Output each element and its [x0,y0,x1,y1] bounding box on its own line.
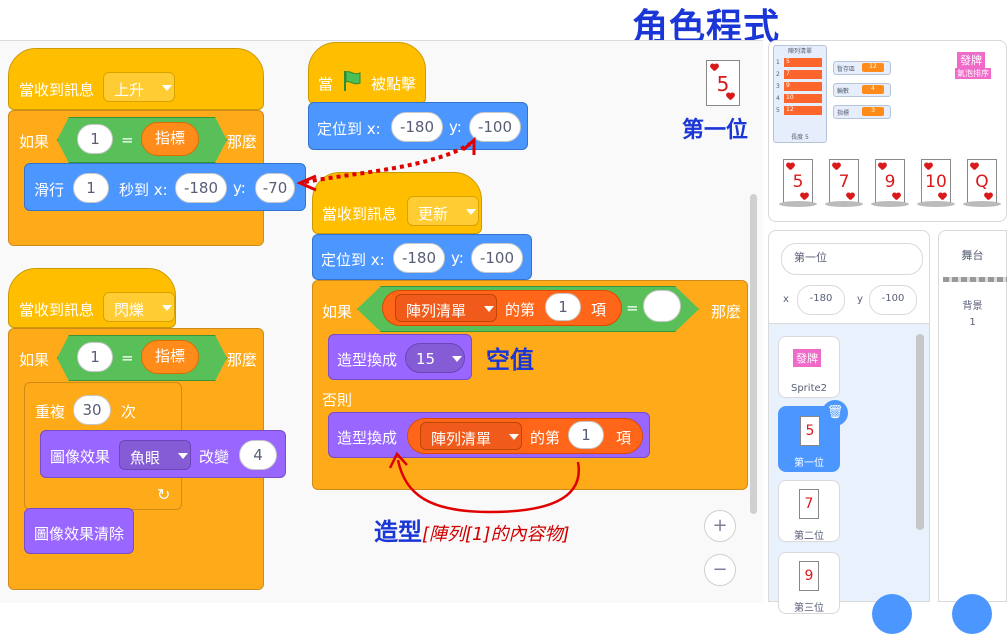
variable-monitor: 暫存區 12 [833,61,891,75]
add-sprite-button[interactable] [872,594,912,634]
card-shadow [963,201,1001,207]
list-monitor-row: 27 [776,70,822,80]
list-monitor-row: 4 10 [776,94,822,104]
costume-note-prefix: 造型 [374,518,422,546]
sprite-tile-name: 第一位 [794,458,824,469]
card-shadow [779,201,817,207]
sprite-info-panel: 第一位 x -180 y -100 [768,230,930,324]
sprite-thumb-number: 9 [804,568,814,584]
backdrop-label: 背景 [962,301,983,312]
zoom-out-button[interactable]: − [704,554,736,586]
costume-note: 造型[陣列[1]的內容物] [374,512,570,547]
sprite-thumb-card: 9 [799,561,819,591]
list-monitor-length: 長度 5 [791,134,809,141]
list-monitor-row: 39 [776,82,822,92]
trash-icon: 🗑 [826,405,844,420]
list-row-value: 7 [784,70,822,79]
deal-button-sprite[interactable]: 發牌 [957,52,985,68]
corner-card-image: 5 [706,60,740,106]
empty-value-note: 空值 [486,346,534,374]
sprite-tile[interactable]: 9 第三位 [778,552,840,614]
variable-monitor-value: 12 [862,63,884,72]
list-row-index: 2 [776,71,780,78]
stage-card-sprite[interactable]: 7 [829,159,859,205]
stage-card-number: 5 [792,172,804,192]
sprite-tile[interactable]: 7 第二位 [778,480,840,542]
sprite-thumb-number: 7 [804,496,814,512]
zoom-in-button[interactable]: + [704,510,736,542]
card-shadow [917,201,955,207]
add-backdrop-button[interactable] [952,594,992,634]
costume-note-detail: [陣列[1]的內容物] [422,524,570,545]
sprite-x-field[interactable]: -180 [797,285,845,315]
stage-card-number: 9 [884,172,896,192]
y-label: y [857,294,863,305]
sprite-thumb-number: 5 [805,423,815,439]
list-row-index: 3 [776,83,780,90]
list-row-index: 5 [776,107,780,114]
sprite-tile-name: Sprite2 [790,383,828,394]
variable-monitor-label: 輪數 [837,88,850,95]
stage-card-sprite[interactable]: 5 [783,159,813,205]
variable-monitor-label: 指標 [837,110,850,117]
list-row-value: 9 [784,82,822,91]
stage-card-sprite[interactable]: 10 [921,159,951,205]
card-shadow [871,201,909,207]
stage-card-number: 7 [838,172,850,192]
sprite-y-field[interactable]: -100 [869,285,917,315]
variable-monitor-label: 暫存區 [837,66,856,73]
variable-monitor-value: 4 [862,85,884,94]
variable-monitor-value: 3 [862,107,884,116]
variable-monitor: 輪數 4 [833,83,891,97]
list-monitor-row: 15 [776,58,822,68]
list-monitor-title: 陣列清單 [787,48,812,55]
first-place-note: 第一位 [682,118,749,143]
sprite-tile[interactable]: 發牌 Sprite2 [778,336,840,398]
list-row-index: 1 [776,59,780,66]
stage-card-number: 10 [925,172,947,192]
sprite-tile-name: 第三位 [794,603,824,614]
stage-selector-title: 舞台 [961,249,984,262]
sprite-thumb-card: 7 [799,489,819,519]
stage-selector-panel[interactable]: 舞台 背景 1 [938,230,1007,602]
stage-card-sprite[interactable]: Q [967,159,997,205]
list-monitor-row: 5 12 [776,106,822,116]
list-row-value: 5 [784,58,822,67]
backdrop-count: 1 [969,317,976,328]
backdrop-thumbnail [943,277,1007,282]
stage-card-number: Q [975,172,989,192]
workspace-scrollbar[interactable] [750,194,757,514]
sprite-thumb-label: 發牌 [793,349,821,367]
list-row-value: 12 [784,106,822,115]
sprite-tile-name: 第二位 [794,531,824,542]
stage-card-sprite[interactable]: 9 [875,159,905,205]
list-row-value: 10 [784,94,822,103]
list-row-index: 4 [776,95,780,102]
variable-monitor: 指標 3 [833,105,891,119]
delete-sprite-button[interactable]: 🗑 [822,400,848,426]
zoom-in-icon: + [712,515,728,536]
x-label: x [783,294,789,305]
sprite-name-field[interactable]: 第一位 [781,243,923,275]
bubble-sort-button-sprite[interactable]: 氣泡排序 [955,68,991,79]
list-monitor: 陣列清單 1 5 2 7 3 9 4 10 5 12 長度 5 [773,45,827,143]
card-shadow [825,201,863,207]
zoom-out-icon: − [712,559,728,580]
sprite-thumb-card: 5 [800,416,820,446]
sprite-list-scrollbar[interactable] [916,334,924,530]
stage-view[interactable]: 陣列清單 1 5 2 7 3 9 4 10 5 12 長度 5 暫存區 12 輪數 4 指標 3 發牌 氣泡… [768,40,1007,222]
